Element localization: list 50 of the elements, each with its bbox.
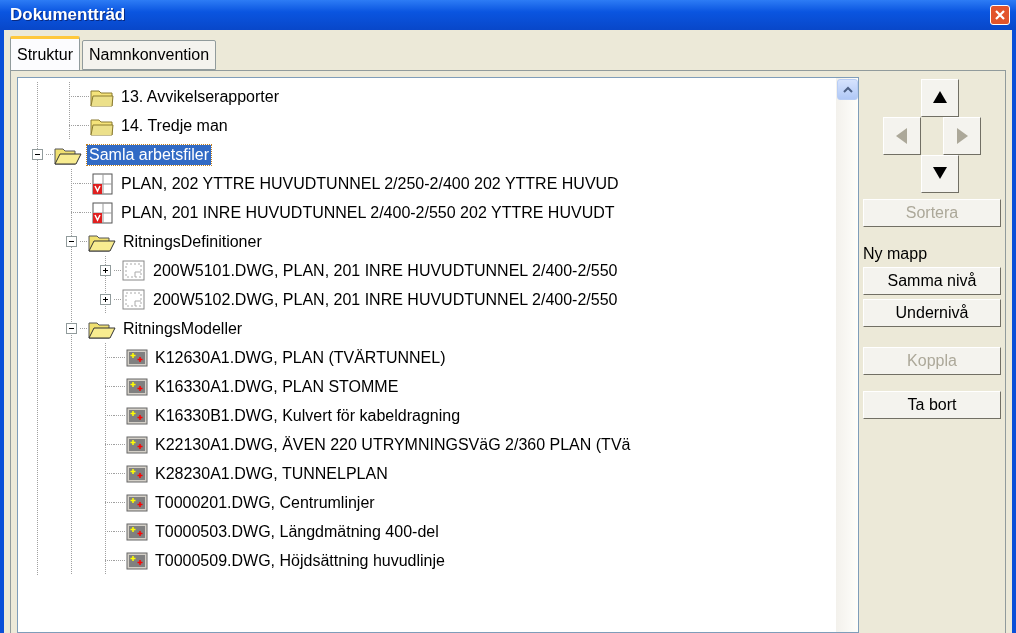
document-icon [92,172,114,195]
drawing-sheet-icon [122,259,146,282]
tree-item[interactable]: 14. Tredje man [119,115,230,136]
close-icon [994,9,1006,21]
model-icon [126,377,148,396]
chevron-up-icon [842,86,853,93]
tree-item[interactable]: K16330A1.DWG, PLAN STOMME [153,376,401,397]
tree-item[interactable]: K22130A1.DWG, ÄVEN 220 UTRYMNINGSVäG 2/360 PLAN (TVä [153,434,633,455]
expand-toggle[interactable] [100,294,111,305]
collapse-toggle[interactable] [66,236,77,247]
tree-item[interactable]: K12630A1.DWG, PLAN (TVÄRTUNNEL) [153,347,448,368]
tree-item[interactable]: PLAN, 201 INRE HUVUDTUNNEL 2/400-2/550 202 YTTRE HUVUDT [119,202,617,223]
model-icon [126,435,148,454]
move-button[interactable] [921,155,959,193]
model-icon [126,493,148,512]
collapse-toggle[interactable] [32,149,43,160]
tree-item[interactable]: 200W5102.DWG, PLAN, 201 INRE HUVUDTUNNEL 2/400-2/550 [151,289,620,310]
new-folder-button[interactable]: Undernivå [863,299,1001,327]
action-button[interactable]: Ta bort [863,391,1001,419]
tree-item[interactable]: 200W5101.DWG, PLAN, 201 INRE HUVUDTUNNEL 2/400-2/550 [151,260,620,281]
tree-item[interactable]: T0000509.DWG, Höjdsättning huvudlinje [153,550,447,571]
scroll-up-button[interactable] [837,79,858,100]
tree-item[interactable]: Samla arbetsfiler [87,144,212,165]
model-icon [126,406,148,425]
scrollbar[interactable] [836,78,858,632]
tree-item[interactable]: 13. Avvikelserapporter [119,86,281,107]
tree-item[interactable]: K16330B1.DWG, Kulvert för kabeldragning [153,405,463,426]
plus-icon [101,295,110,304]
move-button[interactable] [921,79,959,117]
new-folder-label: Ny mapp [863,245,929,263]
tree-item[interactable]: RitningsDefinitioner [121,231,264,252]
tree-item[interactable]: K28230A1.DWG, TUNNELPLAN [153,463,390,484]
new-folder-button[interactable]: Samma nivå [863,267,1001,295]
model-icon [126,348,148,367]
tree-item[interactable]: T0000201.DWG, Centrumlinjer [153,492,377,513]
expand-toggle[interactable] [100,265,111,276]
window-title: Dokumentträd [10,5,126,25]
plus-icon [101,266,110,275]
close-button[interactable] [990,5,1010,25]
document-icon [92,201,114,224]
model-icon [126,551,148,570]
drawing-sheet-icon [122,288,146,311]
tab[interactable]: Struktur [10,36,80,70]
tree-item[interactable]: RitningsModeller [121,318,245,339]
tab[interactable]: Namnkonvention [82,40,217,70]
tree-item[interactable]: T0000503.DWG, Längdmätning 400-del [153,521,441,542]
tree-item[interactable]: PLAN, 202 YTTRE HUVUDTUNNEL 2/250-2/400 202 YTTRE HUVUD [119,173,621,194]
model-icon [126,464,148,483]
model-icon [126,522,148,541]
collapse-toggle[interactable] [66,323,77,334]
